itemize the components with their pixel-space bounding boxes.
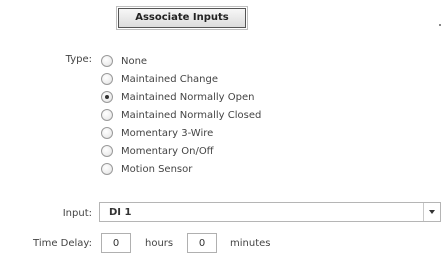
radio-button[interactable] [101,163,113,175]
minutes-input[interactable] [187,233,217,253]
radio-label: Motion Sensor [121,163,193,175]
type-option-maintained-normally-closed[interactable]: Maintained Normally Closed [101,106,261,124]
minutes-unit-label: minutes [230,238,271,249]
radio-label: Maintained Normally Open [121,91,255,103]
radio-label: Maintained Change [121,73,219,85]
input-select[interactable]: DI 1 [99,202,441,222]
hours-unit-label: hours [145,238,174,249]
radio-button[interactable] [101,145,113,157]
type-option-momentary-3-wire[interactable]: Momentary 3-Wire [101,124,261,142]
type-radio-group: None Maintained Change Maintained Normal… [101,52,261,178]
radio-label: Momentary 3-Wire [121,127,214,139]
radio-label: Maintained Normally Closed [121,109,262,121]
input-label: Input: [62,208,92,219]
edge-marker [439,24,441,26]
dropdown-arrow-icon[interactable] [423,203,440,221]
radio-button[interactable] [101,109,113,121]
radio-button-selected[interactable] [101,91,113,103]
time-delay-label: Time Delay: [33,238,92,249]
type-option-none[interactable]: None [101,52,261,70]
radio-button[interactable] [101,127,113,139]
hours-input[interactable] [101,233,131,253]
type-option-maintained-normally-open[interactable]: Maintained Normally Open [101,88,261,106]
radio-button[interactable] [101,55,113,67]
associate-inputs-button[interactable]: Associate Inputs [116,6,248,30]
type-option-momentary-on-off[interactable]: Momentary On/Off [101,142,261,160]
type-option-maintained-change[interactable]: Maintained Change [101,70,261,88]
radio-label: None [121,55,148,67]
type-option-motion-sensor[interactable]: Motion Sensor [101,160,261,178]
type-label: Type: [65,54,92,65]
radio-label: Momentary On/Off [121,145,214,157]
input-select-value: DI 1 [109,206,132,218]
radio-button[interactable] [101,73,113,85]
